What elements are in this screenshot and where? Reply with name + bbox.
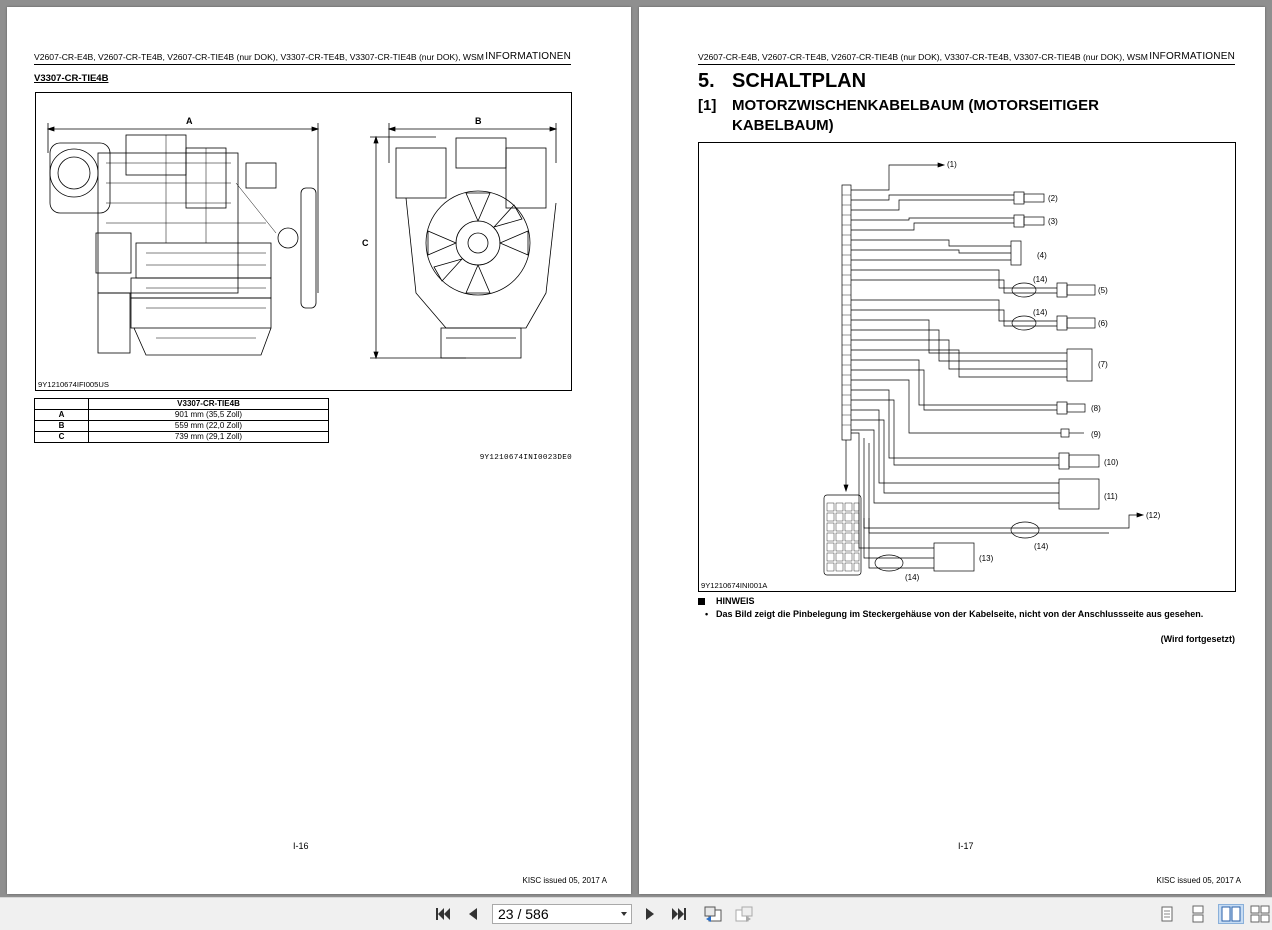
- page-number-input[interactable]: 23 / 586: [492, 904, 632, 924]
- callout-11: (11): [1104, 492, 1118, 501]
- first-page-icon: [436, 908, 450, 920]
- callout-8: (8): [1091, 404, 1101, 413]
- table-header: V3307-CR-TIE4B: [88, 398, 329, 410]
- figure-code: 9Y1210674IFI005US: [38, 380, 109, 389]
- next-page-button[interactable]: [639, 904, 661, 924]
- facing-pages-icon: [1221, 906, 1241, 922]
- table-row: A 901 mm (35,5 Zoll): [34, 409, 329, 421]
- note-text: Das Bild zeigt die Pinbelegung im Stecke…: [716, 609, 1204, 619]
- table-header-row: V3307-CR-TIE4B: [34, 398, 329, 410]
- chapter-title-text: SCHALTPLAN: [732, 70, 867, 92]
- previous-page-icon: [469, 908, 477, 920]
- chevron-down-icon[interactable]: [621, 912, 627, 916]
- section-subtitle: V3307-CR-TIE4B: [34, 73, 109, 84]
- engine-dimension-figure: A B C 9Y1210674IFI005US: [35, 92, 572, 391]
- header-chapter: INFORMATIONEN: [1149, 51, 1235, 62]
- dimension-label-c: C: [362, 238, 369, 248]
- table-row: C 739 mm (29,1 Zoll): [34, 431, 329, 443]
- single-page-icon: [1161, 906, 1173, 922]
- note-item: • Das Bild zeigt die Pinbelegung im Stec…: [705, 608, 1235, 621]
- total-pages: 586: [525, 906, 549, 922]
- issued-footer: KISC issued 05, 2017 A: [522, 876, 608, 885]
- document-page-left: V2607-CR-E4B, V2607-CR-TE4B, V2607-CR-TI…: [7, 7, 631, 894]
- table-header-blank: [34, 398, 89, 410]
- dimension-label-a: A: [186, 116, 193, 126]
- note-heading-text: HINWEIS: [716, 596, 755, 606]
- previous-page-button[interactable]: [462, 904, 484, 924]
- wiring-diagram: (1) (2) (3) (4) (5) (6) (7) (8) (9) (10)…: [823, 160, 1161, 582]
- callout-6: (6): [1098, 319, 1108, 328]
- table-cell-value: 901 mm (35,5 Zoll): [88, 409, 329, 421]
- go-forward-icon: [735, 906, 753, 922]
- continuous-page-icon: [1192, 905, 1204, 923]
- engine-drawing: A B C: [46, 116, 558, 360]
- continued-label: (Wird fortgesetzt): [1160, 634, 1235, 644]
- section-number: [1]: [698, 97, 717, 114]
- header-models: V2607-CR-E4B, V2607-CR-TE4B, V2607-CR-TI…: [698, 52, 1148, 62]
- callout-1: (1): [947, 160, 957, 169]
- bullet-icon: •: [705, 609, 709, 619]
- callout-14: (14): [1033, 275, 1048, 284]
- reference-code: 9Y1210674INI0023DE0: [479, 454, 572, 462]
- callout-14: (14): [905, 573, 920, 582]
- page-separator: /: [517, 906, 522, 922]
- callout-2: (2): [1048, 194, 1058, 203]
- current-page-value: 23: [498, 906, 514, 922]
- page-header: V2607-CR-E4B, V2607-CR-TE4B, V2607-CR-TI…: [698, 51, 1235, 63]
- continuous-facing-icon: [1250, 905, 1270, 923]
- figure-code: 9Y1210674INI001A: [701, 581, 768, 590]
- facing-view-button[interactable]: [1218, 904, 1244, 924]
- chapter-number: 5.: [698, 70, 715, 92]
- page-number: I-17: [958, 841, 974, 851]
- callout-4: (4): [1037, 251, 1047, 260]
- header-rule: [698, 64, 1235, 65]
- document-page-right: V2607-CR-E4B, V2607-CR-TE4B, V2607-CR-TI…: [639, 7, 1265, 894]
- callout-10: (10): [1104, 458, 1119, 467]
- callout-3: (3): [1048, 217, 1058, 226]
- table-cell-value: 559 mm (22,0 Zoll): [88, 420, 329, 432]
- header-models: V2607-CR-E4B, V2607-CR-TE4B, V2607-CR-TI…: [34, 52, 484, 62]
- table-cell-key: C: [34, 431, 89, 443]
- table-cell-key: B: [34, 420, 89, 432]
- last-page-button[interactable]: [668, 904, 690, 924]
- callout-5: (5): [1098, 286, 1108, 295]
- table-row: B 559 mm (22,0 Zoll): [34, 420, 329, 432]
- first-page-button[interactable]: [432, 904, 454, 924]
- callout-14: (14): [1034, 542, 1049, 551]
- note-square-icon: [698, 597, 705, 605]
- callout-9: (9): [1091, 430, 1101, 439]
- go-back-view-button[interactable]: [702, 904, 724, 924]
- callout-7: (7): [1098, 360, 1108, 369]
- callout-13: (13): [979, 554, 994, 563]
- header-rule: [34, 64, 571, 65]
- single-page-view-button[interactable]: [1156, 904, 1178, 924]
- viewer-toolbar: 23 / 586: [0, 897, 1272, 930]
- continuous-view-button[interactable]: [1187, 904, 1209, 924]
- dimension-label-b: B: [475, 116, 482, 126]
- chapter-title: 5. SCHALTPLAN: [698, 69, 866, 93]
- note-heading: HINWEIS: [698, 596, 755, 606]
- issued-footer: KISC issued 05, 2017 A: [1156, 876, 1242, 885]
- header-chapter: INFORMATIONEN: [485, 51, 571, 62]
- callout-12: (12): [1146, 511, 1161, 520]
- last-page-icon: [672, 908, 686, 920]
- section-title-text: MOTORZWISCHENKABELBAUM (MOTORSEITIGER KA…: [732, 97, 1099, 134]
- go-forward-view-button[interactable]: [733, 904, 755, 924]
- table-cell-key: A: [34, 409, 89, 421]
- page-number: I-16: [293, 841, 309, 851]
- continuous-facing-view-button[interactable]: [1249, 904, 1271, 924]
- dimensions-table: V3307-CR-TIE4B A 901 mm (35,5 Zoll) B 55…: [34, 398, 329, 443]
- wiring-diagram-figure: (1) (2) (3) (4) (5) (6) (7) (8) (9) (10)…: [698, 142, 1236, 592]
- section-title: [1] MOTORZWISCHENKABELBAUM (MOTORSEITIGE…: [698, 96, 1152, 136]
- callout-14: (14): [1033, 308, 1048, 317]
- page-header: V2607-CR-E4B, V2607-CR-TE4B, V2607-CR-TI…: [34, 51, 571, 63]
- go-back-icon: [704, 906, 722, 922]
- next-page-icon: [646, 908, 654, 920]
- table-cell-value: 739 mm (29,1 Zoll): [88, 431, 329, 443]
